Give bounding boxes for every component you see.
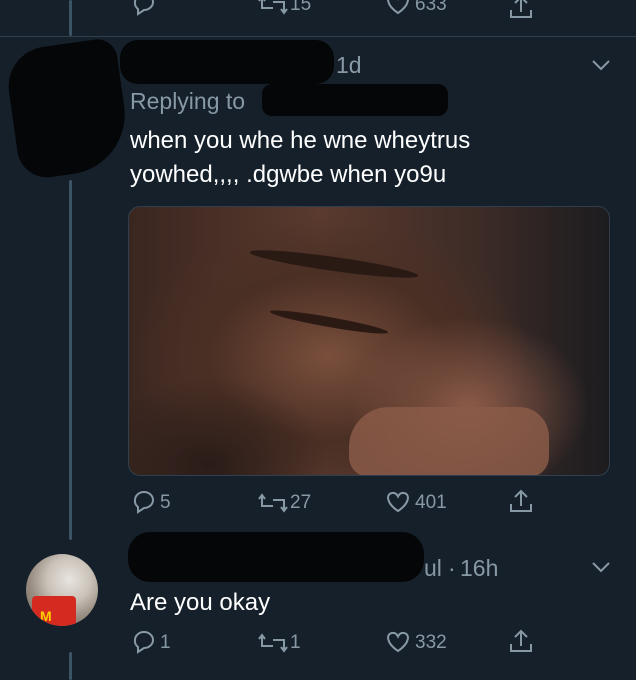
- separator-dot: ·: [448, 555, 456, 581]
- tweet2-reply-count: 1: [160, 632, 171, 653]
- avatar-fries-box: [32, 596, 76, 626]
- tweet1-text-line1: when you whe he wne wheytrus: [130, 127, 471, 154]
- tweet2-time[interactable]: 16h: [460, 555, 498, 582]
- chevron-down-icon[interactable]: [590, 58, 612, 72]
- like-icon[interactable]: [384, 0, 412, 16]
- tweet2-retweet-count: 1: [290, 632, 301, 653]
- chevron-down-icon[interactable]: [590, 560, 612, 574]
- tweet1-text-line2: yowhed,,,, .dgwbe when yo9u: [130, 161, 447, 188]
- reply-icon[interactable]: [130, 490, 158, 514]
- share-icon[interactable]: [508, 0, 534, 20]
- photo-beard: [129, 377, 329, 475]
- top-retweet-count: 15: [290, 0, 312, 15]
- thread-line-bottom: [69, 652, 72, 680]
- tweet2-handle-tail: ul: [424, 555, 442, 581]
- tweet1-reply-count: 5: [160, 492, 171, 513]
- retweet-icon[interactable]: [258, 632, 288, 654]
- tweet1-retweet-count: 27: [290, 492, 312, 513]
- reply-icon[interactable]: [130, 630, 158, 654]
- avatar[interactable]: M: [26, 554, 98, 626]
- tweet2-text: Are you okay: [130, 589, 271, 616]
- tweet-photo[interactable]: [128, 206, 610, 476]
- username-redaction: [120, 40, 334, 84]
- avatar-logo: M: [40, 608, 52, 624]
- username-redaction: [128, 532, 424, 582]
- photo-hand: [349, 407, 549, 475]
- like-icon[interactable]: [384, 490, 412, 514]
- tweet2-like-count: 332: [415, 632, 447, 653]
- retweet-icon[interactable]: [258, 0, 288, 16]
- replying-to-label: Replying to: [130, 88, 246, 114]
- tweet1-like-count: 401: [415, 492, 447, 513]
- reply-icon[interactable]: [130, 0, 158, 16]
- tweet-divider: [0, 36, 636, 37]
- top-like-count: 633: [415, 0, 447, 15]
- replying-to-handle-redaction: [262, 84, 448, 116]
- avatar-redacted: [3, 36, 133, 182]
- tweet1-time[interactable]: 1d: [336, 52, 362, 79]
- like-icon[interactable]: [384, 630, 412, 654]
- share-icon[interactable]: [508, 628, 534, 654]
- retweet-icon[interactable]: [258, 492, 288, 514]
- thread-line-middle: [69, 180, 72, 540]
- photo-closed-eye: [269, 306, 389, 338]
- share-icon[interactable]: [508, 488, 534, 514]
- photo-eyebrow: [248, 245, 420, 283]
- thread-line-top: [69, 0, 72, 36]
